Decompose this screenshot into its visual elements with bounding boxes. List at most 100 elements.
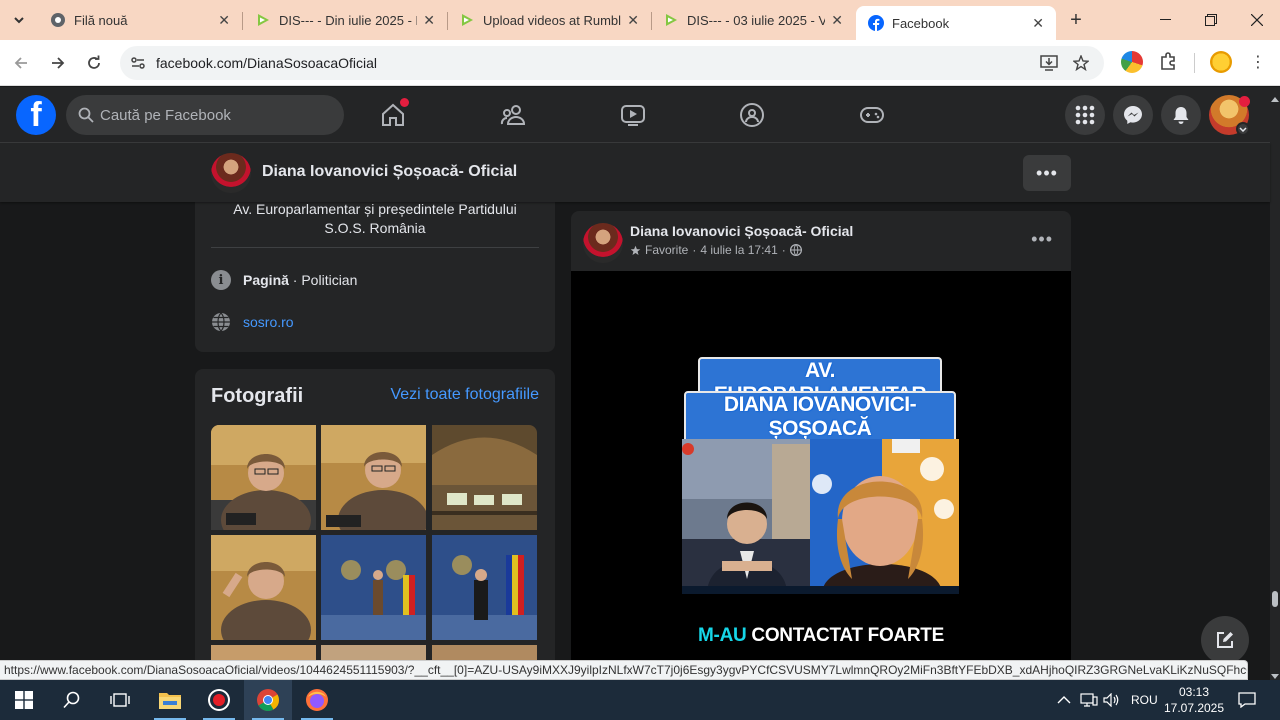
close-icon[interactable]: ✕ (218, 12, 230, 29)
nav-home[interactable] (377, 98, 409, 131)
profile-avatar[interactable] (1210, 51, 1232, 73)
language-indicator[interactable]: ROU (1131, 680, 1158, 720)
page-avatar[interactable] (211, 153, 251, 193)
tab-label: Facebook (892, 15, 950, 31)
photo-thumbnail[interactable] (211, 425, 316, 530)
forward-button[interactable] (45, 50, 71, 76)
new-message-button[interactable] (1201, 616, 1249, 664)
tray-overflow-button[interactable] (1057, 680, 1071, 720)
post-author-name[interactable]: Diana Iovanovici Șoșoacă- Oficial (630, 223, 853, 239)
new-tab-button[interactable]: + (1064, 8, 1088, 32)
windows-taskbar: ROU 03:13 17.07.2025 (0, 680, 1280, 720)
restore-button[interactable] (1188, 0, 1234, 40)
video-banner-line2: DIANA IOVANOVICI-ȘOȘOACĂ (684, 391, 956, 443)
task-view-button[interactable] (96, 680, 144, 720)
menu-button[interactable] (1065, 95, 1105, 135)
notifications-button[interactable] (1161, 95, 1201, 135)
post-author-avatar[interactable] (583, 223, 623, 263)
start-button[interactable] (0, 680, 48, 720)
link-status-bubble: https://www.facebook.com/DianaSosoacaOfi… (0, 660, 1248, 680)
tab-rumble-2[interactable]: DIS--- - 03 iulie 2025 - Vi ✕ (651, 0, 855, 40)
photo-thumbnail[interactable] (432, 425, 537, 530)
post-date[interactable]: 4 iulie la 17:41 (700, 243, 777, 257)
install-app-icon[interactable] (1040, 55, 1058, 71)
network-button[interactable] (1080, 680, 1098, 720)
back-button[interactable] (8, 50, 34, 76)
star-bookmark-icon[interactable] (1073, 55, 1089, 71)
page-scrollbar[interactable] (1270, 87, 1280, 680)
search-icon (63, 691, 80, 709)
close-icon (1251, 14, 1263, 26)
tab-label: DIS--- - 03 iulie 2025 - Vi (687, 12, 826, 28)
facebook-search[interactable]: Caută pe Facebook (66, 95, 344, 135)
grid-menu-icon (1075, 105, 1095, 125)
search-button[interactable] (48, 680, 96, 720)
close-icon[interactable]: ✕ (423, 12, 435, 29)
tab-search-button[interactable] (6, 8, 32, 32)
taskbar-chrome[interactable] (244, 680, 292, 720)
tab-label: DIS--- - Din iulie 2025 - R (279, 12, 418, 28)
post-more-button[interactable]: ••• (1031, 229, 1053, 250)
post-video[interactable]: AV. EUROPARLAMENTAR DIANA IOVANOVICI-ȘOȘ… (571, 271, 1071, 681)
chrome-icon (257, 689, 279, 711)
chrome-menu-icon[interactable]: ⋮ (1250, 52, 1266, 72)
post-card: Diana Iovanovici Șoșoacă- Oficial Favori… (571, 211, 1071, 681)
folder-icon (159, 693, 181, 709)
clock-date: 17.07.2025 (1163, 701, 1225, 715)
website-link[interactable]: sosro.ro (243, 314, 294, 330)
task-view-icon (110, 693, 130, 707)
tab-strip: Filă nouă ✕ DIS--- - Din iulie 2025 - R … (0, 0, 1280, 40)
close-icon[interactable]: ✕ (831, 12, 843, 29)
nav-video[interactable] (617, 99, 649, 131)
tab-facebook[interactable]: Facebook ✕ (856, 6, 1056, 40)
divider (211, 247, 539, 248)
volume-button[interactable] (1103, 680, 1121, 720)
photo-thumbnail[interactable] (321, 535, 426, 640)
arrow-left-icon (14, 57, 27, 69)
globe-icon (211, 312, 231, 332)
minimize-icon (1159, 19, 1171, 20)
minimize-button[interactable] (1142, 0, 1188, 40)
photo-thumbnail[interactable] (432, 535, 537, 640)
address-bar[interactable]: facebook.com/DianaSosoacaOficial (120, 46, 1104, 80)
photo-thumbnail[interactable] (211, 535, 316, 640)
messenger-button[interactable] (1113, 95, 1153, 135)
search-icon (78, 107, 94, 123)
facebook-logo[interactable]: f (16, 95, 56, 135)
photo-thumbnail[interactable] (321, 425, 426, 530)
close-icon[interactable]: ✕ (627, 12, 639, 29)
page-title[interactable]: Diana Iovanovici Șoșoacă- Oficial (262, 163, 517, 181)
extension-icon[interactable] (1121, 51, 1143, 73)
close-window-button[interactable] (1234, 0, 1280, 40)
reload-button[interactable] (81, 50, 107, 76)
tab-rumble-upload[interactable]: Upload videos at Rumble ✕ (447, 0, 651, 40)
extensions-puzzle-icon[interactable] (1158, 51, 1178, 76)
tab-rumble-1[interactable]: DIS--- - Din iulie 2025 - R ✕ (243, 0, 447, 40)
video-caption: M-AU CONTACTAT FOARTE (571, 625, 1071, 647)
page-more-button[interactable]: ••• (1023, 155, 1071, 191)
tab-new-tab[interactable]: Filă nouă ✕ (38, 0, 242, 40)
category-value: · Politician (288, 272, 358, 288)
chevron-down-icon[interactable] (1236, 122, 1250, 136)
intro-description: Av. Europarlamentar și președintele Part… (233, 201, 517, 236)
notification-center-button[interactable] (1238, 680, 1256, 720)
notification-dot (1239, 96, 1250, 107)
restore-icon (1205, 14, 1217, 26)
taskbar-firefox[interactable] (293, 680, 341, 720)
nav-gaming[interactable] (856, 99, 888, 131)
taskbar-clock[interactable]: 03:13 17.07.2025 (1162, 684, 1226, 716)
nav-friends[interactable] (497, 99, 529, 131)
site-settings-icon[interactable] (130, 55, 146, 71)
nav-groups[interactable] (736, 99, 768, 131)
taskbar-file-explorer[interactable] (146, 680, 194, 720)
scrollbar-thumb[interactable] (1272, 591, 1278, 607)
star-icon (630, 245, 641, 255)
taskbar-recorder[interactable] (195, 680, 243, 720)
arrow-right-icon (52, 57, 65, 69)
close-icon[interactable]: ✕ (1032, 15, 1044, 32)
rumble-icon (663, 12, 679, 28)
account-avatar[interactable] (1209, 95, 1250, 136)
see-all-photos-link[interactable]: Vezi toate fotografiile (390, 386, 539, 404)
scroll-up-arrow-icon[interactable] (1271, 89, 1279, 107)
info-category-row: i Pagină · Politician (211, 270, 357, 290)
